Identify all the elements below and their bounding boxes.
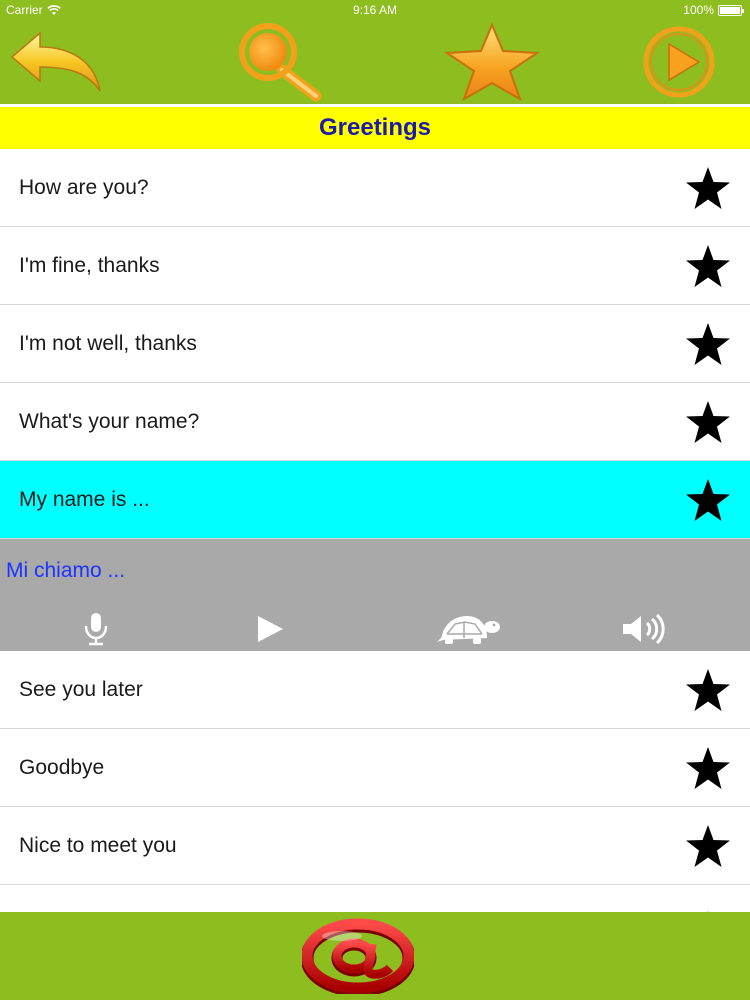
play-icon	[258, 616, 283, 642]
battery-percent: 100%	[683, 3, 714, 17]
turtle-icon	[437, 616, 500, 644]
record-button[interactable]	[76, 609, 116, 649]
phrase-text: Nice to meet you	[19, 833, 177, 857]
at-sign-icon	[300, 918, 416, 997]
play-icon	[643, 26, 715, 98]
favorites-button[interactable]	[440, 20, 544, 104]
volume-button[interactable]	[618, 609, 674, 649]
phrase-row[interactable]: What's your name?	[0, 383, 750, 461]
speaker-icon	[623, 613, 665, 645]
category-header: Greetings	[0, 107, 750, 149]
phrase-row[interactable]: How are you?	[0, 149, 750, 227]
phrase-text: I'm not well, thanks	[19, 331, 197, 355]
contact-button[interactable]	[300, 918, 416, 997]
play-translation-button[interactable]	[250, 609, 290, 649]
favorite-star-icon[interactable]	[685, 667, 731, 713]
microphone-icon	[84, 613, 108, 646]
favorite-star-icon[interactable]	[685, 243, 731, 289]
favorite-star-icon[interactable]	[685, 885, 731, 912]
translation-panel: Mi chiamo ...	[0, 539, 750, 651]
phrase-text: Goodbye	[19, 755, 105, 779]
back-arrow-icon	[10, 31, 101, 92]
search-icon	[239, 23, 322, 102]
favorite-star-icon[interactable]	[685, 477, 731, 523]
phrase-list[interactable]: How are you? I'm fine, thanks I'm not we…	[0, 149, 750, 912]
play-all-button[interactable]	[636, 20, 722, 104]
favorite-star-icon[interactable]	[685, 745, 731, 791]
phrase-text: I'm fine, thanks	[19, 253, 160, 277]
favorite-star-icon[interactable]	[685, 165, 731, 211]
slow-play-button[interactable]	[434, 609, 504, 649]
back-button[interactable]	[6, 20, 106, 104]
star-icon	[443, 23, 541, 101]
favorite-star-icon[interactable]	[685, 823, 731, 869]
phrase-row[interactable]: Nice to meet you	[0, 807, 750, 885]
battery-indicator: 100%	[683, 3, 744, 17]
phrase-row[interactable]: Goodbye	[0, 729, 750, 807]
bottom-toolbar	[0, 912, 750, 1000]
favorite-star-icon[interactable]	[685, 321, 731, 367]
top-toolbar	[0, 20, 750, 104]
battery-icon	[718, 4, 744, 16]
search-button[interactable]	[228, 20, 328, 104]
phrase-text: What's your name?	[19, 409, 200, 433]
clock: 9:16 AM	[352, 3, 398, 17]
phrase-row[interactable]: I'm fine, thanks	[0, 227, 750, 305]
status-bar: Carrier 9:16 AM 100%	[0, 0, 750, 20]
phrase-row-partial[interactable]	[0, 885, 750, 912]
phrase-text: My name is ...	[19, 487, 150, 511]
phrase-row-selected[interactable]: My name is ...	[0, 461, 750, 539]
phrase-text: See you later	[19, 677, 143, 701]
phrase-text: How are you?	[19, 175, 149, 199]
category-title: Greetings	[318, 114, 432, 141]
phrase-row[interactable]: I'm not well, thanks	[0, 305, 750, 383]
favorite-star-icon[interactable]	[685, 399, 731, 445]
phrase-row[interactable]: See you later	[0, 651, 750, 729]
translation-text: Mi chiamo ...	[6, 559, 126, 582]
